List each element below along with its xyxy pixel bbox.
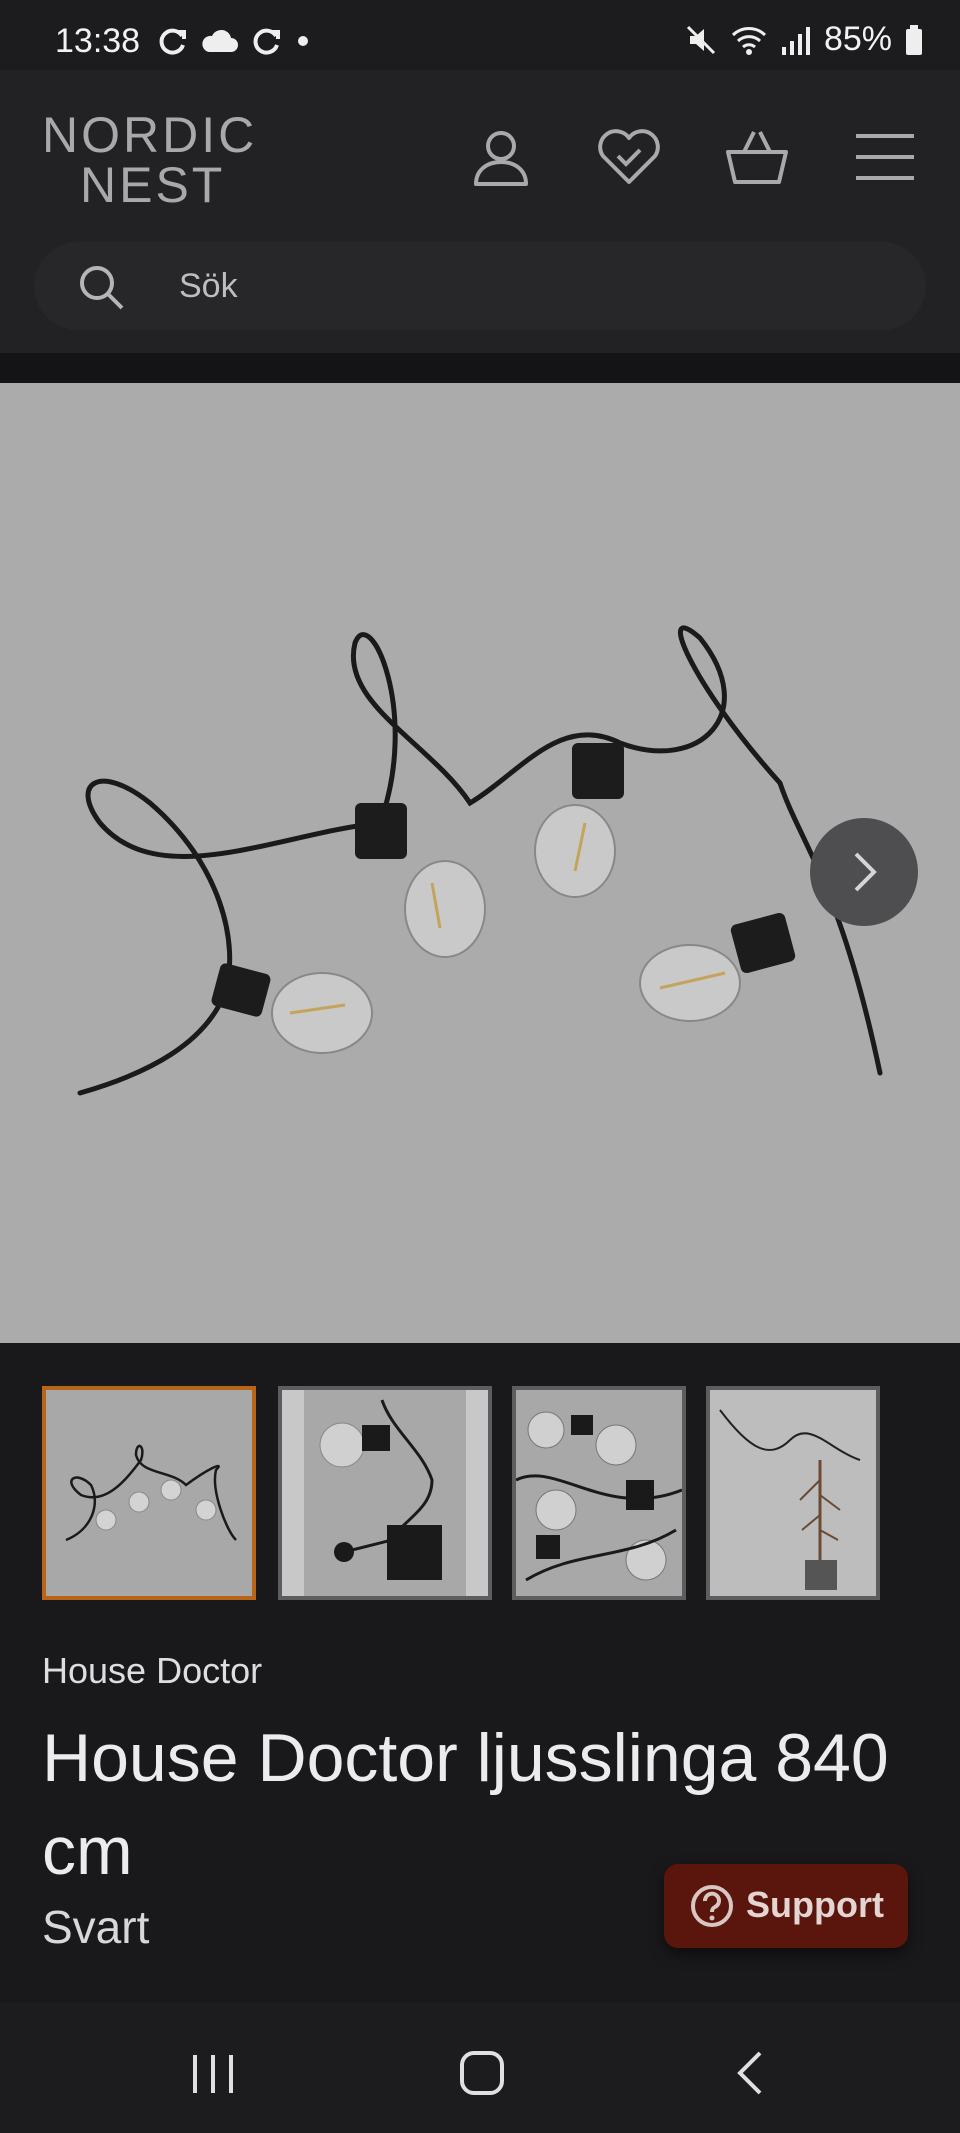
basket-icon[interactable] [722,122,792,192]
bulb [639,912,796,1022]
dot-icon [298,36,308,46]
wifi-icon [731,26,766,55]
menu-icon[interactable] [850,122,920,192]
battery-percent: 85% [823,20,892,58]
recent-apps-icon[interactable] [183,2043,243,2103]
nordic-nest-logo[interactable]: NORDIC NEST [42,110,262,210]
sync-icon [159,28,186,55]
search-input[interactable]: Sök [179,267,238,306]
account-icon[interactable] [466,122,536,192]
bulb [211,963,373,1054]
string-lights-thumb [65,1444,237,1542]
plug-adapter-thumb [282,1390,488,1596]
sync-icon [253,28,280,55]
cloud-icon [202,29,238,52]
search-icon [80,266,124,310]
product-main-image[interactable] [0,383,960,1343]
thumbnail-4[interactable] [706,1386,880,1600]
product-variant: Svart [42,1901,150,1953]
system-nav-bar [0,2003,960,2133]
next-image-button[interactable] [810,818,918,926]
status-bar: 13:38 85% [0,0,960,70]
status-time: 13:38 [55,22,141,60]
mute-icon [686,25,715,54]
product-brand[interactable]: House Doctor [42,1650,262,1692]
home-icon[interactable] [452,2043,512,2103]
thumbnail-3[interactable] [512,1386,686,1600]
thumbnail-strip [42,1386,922,1600]
bulbs-closeup-thumb [516,1411,682,1582]
header-divider [0,353,960,383]
battery-icon [906,24,922,55]
back-icon[interactable] [722,2043,782,2103]
bulb [534,743,624,898]
status-notification-icons [155,24,313,58]
status-system-icons: 85% [684,20,924,59]
logo-line-2: NEST [80,157,226,213]
support-label: Support [746,1884,884,1925]
site-header: NORDIC NEST Sök [0,70,960,353]
thumbnail-1[interactable] [42,1386,256,1600]
support-button[interactable]: Support [664,1864,908,1948]
search-bar[interactable]: Sök [34,242,926,330]
lights-in-room-thumb [710,1390,876,1596]
chevron-right-icon [854,852,877,892]
signal-icon [781,26,810,55]
logo-line-1: NORDIC [42,107,258,163]
help-icon [691,1885,733,1927]
bulb [355,803,486,958]
thumbnail-2[interactable] [278,1386,492,1600]
wishlist-heart-icon[interactable] [594,122,664,192]
